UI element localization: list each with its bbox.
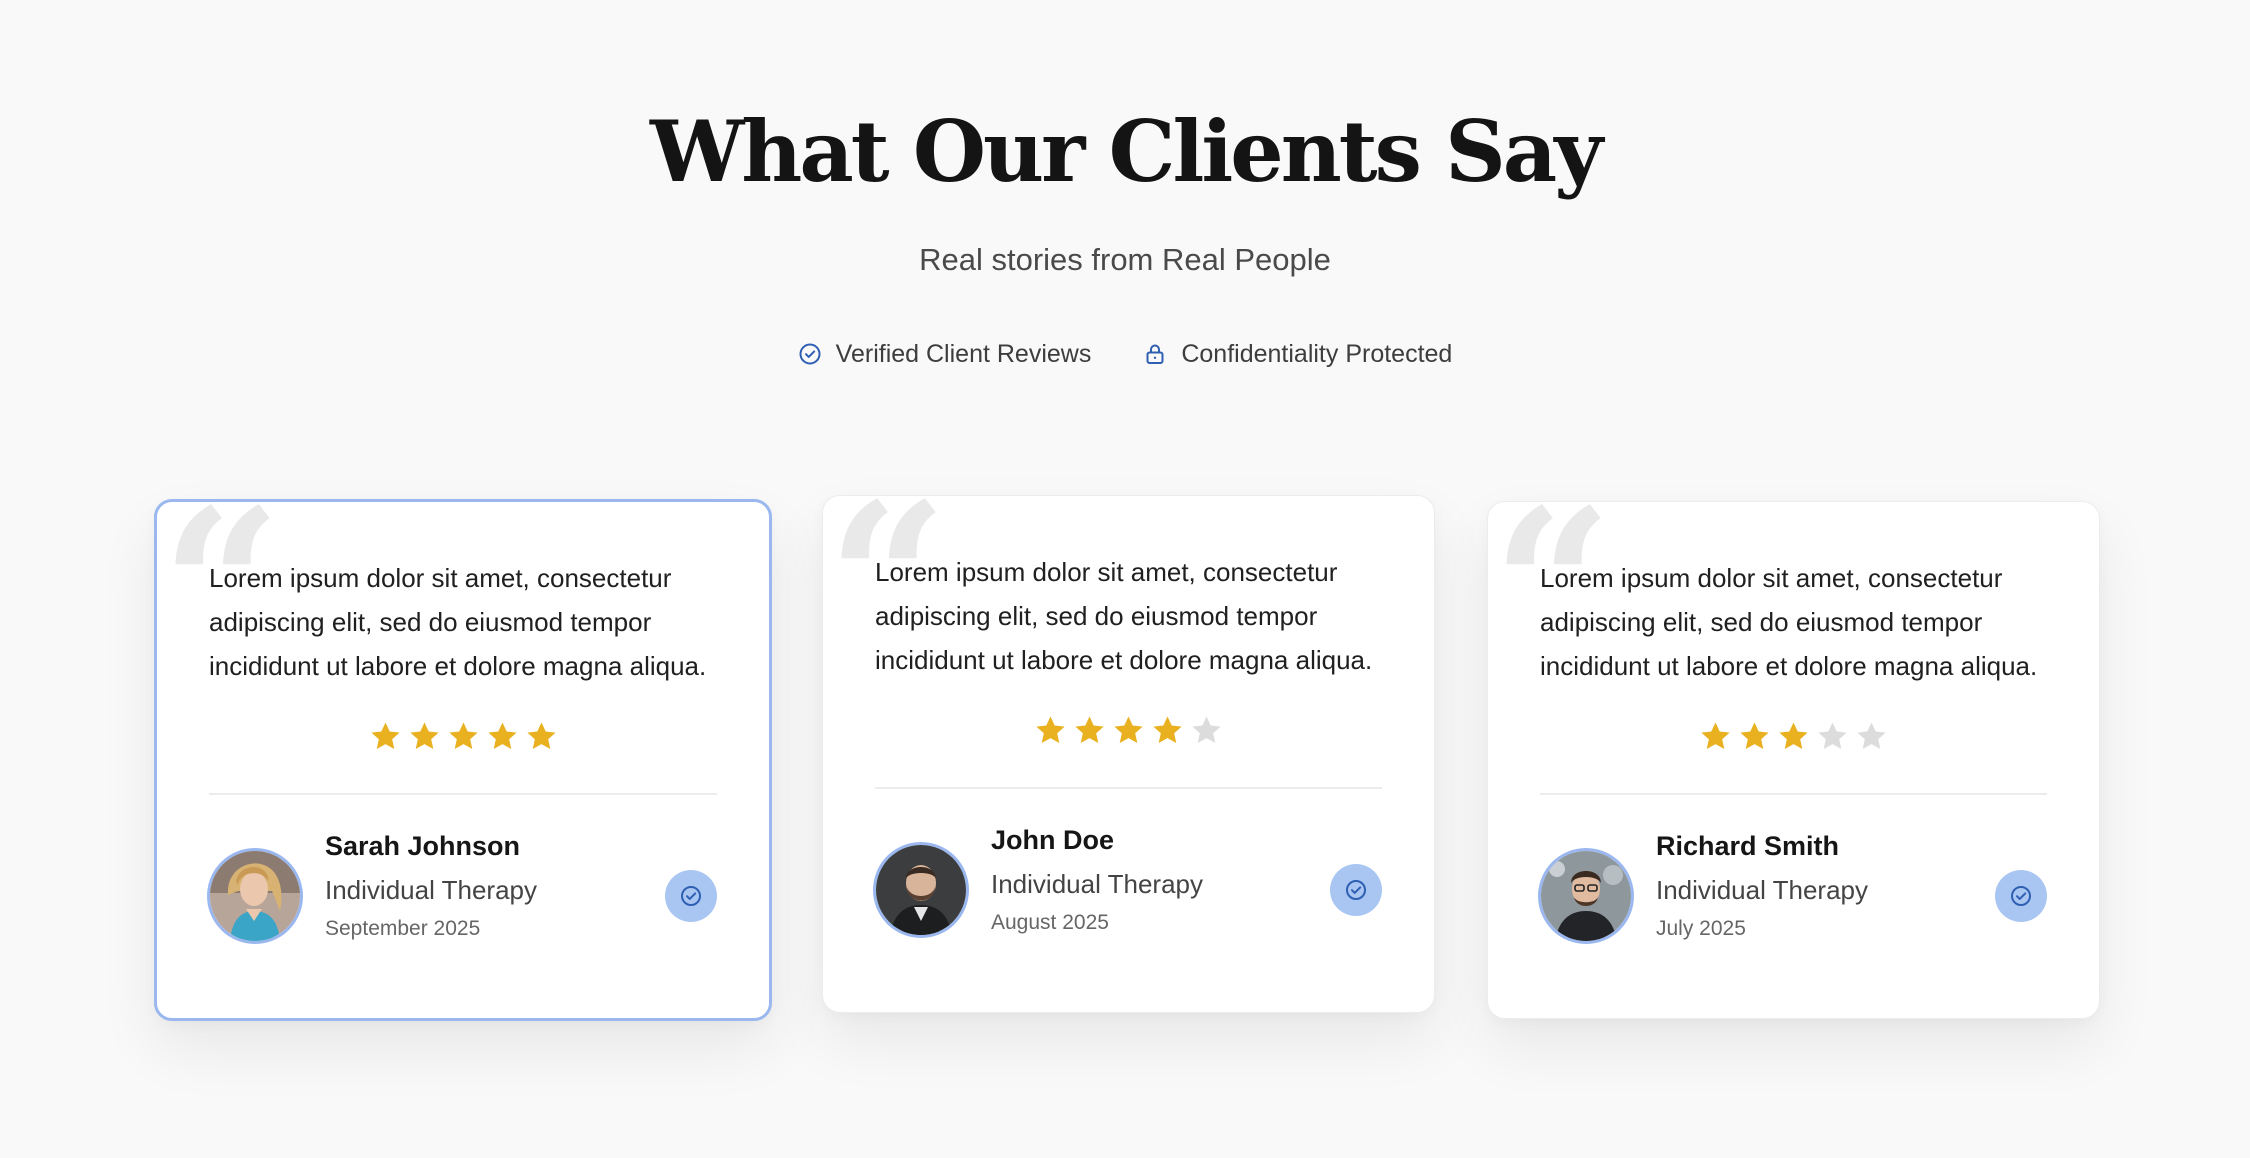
star-filled-icon — [487, 722, 517, 750]
star-filled-icon — [526, 722, 556, 750]
avatar — [207, 848, 303, 944]
star-filled-icon — [409, 722, 439, 750]
star-empty-icon — [1192, 716, 1221, 744]
star-empty-icon — [1818, 722, 1847, 750]
testimonial-card[interactable]: “ Lorem ipsum dolor sit amet, consectetu… — [1487, 501, 2100, 1019]
divider — [209, 793, 717, 795]
client-name: John Doe — [991, 825, 1115, 855]
testimonial-quote: Lorem ipsum dolor sit amet, consectetur … — [875, 557, 1373, 675]
client-service: Individual Therapy — [325, 875, 537, 905]
star-empty-icon — [1857, 722, 1886, 750]
section-subtitle: Real stories from Real People — [919, 242, 1331, 277]
testimonial-quote: Lorem ipsum dolor sit amet, consectetur … — [1540, 563, 2038, 681]
star-filled-icon — [1036, 716, 1065, 744]
star-filled-icon — [1153, 716, 1182, 744]
badge-verified-reviews: Verified Client Reviews — [798, 336, 1092, 372]
star-filled-icon — [1740, 722, 1769, 750]
check-circle-icon — [798, 342, 822, 366]
client-service: Individual Therapy — [1656, 875, 1868, 905]
avatar — [873, 842, 969, 938]
lock-icon — [1143, 342, 1167, 366]
star-filled-icon — [1075, 716, 1104, 744]
divider — [875, 787, 1382, 789]
testimonial-card[interactable]: “ Lorem ipsum dolor sit amet, consectetu… — [822, 495, 1435, 1013]
review-date: July 2025 — [1656, 917, 1746, 940]
testimonial-card[interactable]: “ Lorem ipsum dolor sit amet, consectetu… — [154, 499, 772, 1021]
star-filled-icon — [1114, 716, 1143, 744]
trust-badges: Verified Client Reviews Confidentiality … — [0, 336, 2250, 372]
check-circle-icon — [1344, 878, 1368, 902]
testimonial-quote: Lorem ipsum dolor sit amet, consectetur … — [209, 563, 707, 681]
star-filled-icon — [370, 722, 400, 750]
divider — [1540, 793, 2047, 795]
star-rating — [1488, 720, 2099, 753]
client-service: Individual Therapy — [991, 869, 1203, 899]
verified-badge-button[interactable] — [1330, 864, 1382, 916]
avatar — [1538, 848, 1634, 944]
verified-badge-button[interactable] — [665, 870, 717, 922]
review-date: September 2025 — [325, 917, 481, 940]
badge-label: Confidentiality Protected — [1181, 340, 1453, 368]
star-rating — [823, 714, 1434, 747]
star-filled-icon — [448, 722, 478, 750]
star-rating — [157, 720, 769, 753]
badge-label: Verified Client Reviews — [835, 340, 1092, 368]
client-name: Sarah Johnson — [325, 831, 521, 861]
review-date: August 2025 — [991, 911, 1109, 934]
client-name: Richard Smith — [1656, 831, 1840, 861]
check-circle-icon — [679, 884, 703, 908]
badge-confidentiality: Confidentiality Protected — [1143, 336, 1452, 372]
verified-badge-button[interactable] — [1995, 870, 2047, 922]
section-title: What Our Clients Say — [649, 102, 1603, 201]
star-filled-icon — [1701, 722, 1730, 750]
check-circle-icon — [2009, 884, 2033, 908]
star-filled-icon — [1779, 722, 1808, 750]
